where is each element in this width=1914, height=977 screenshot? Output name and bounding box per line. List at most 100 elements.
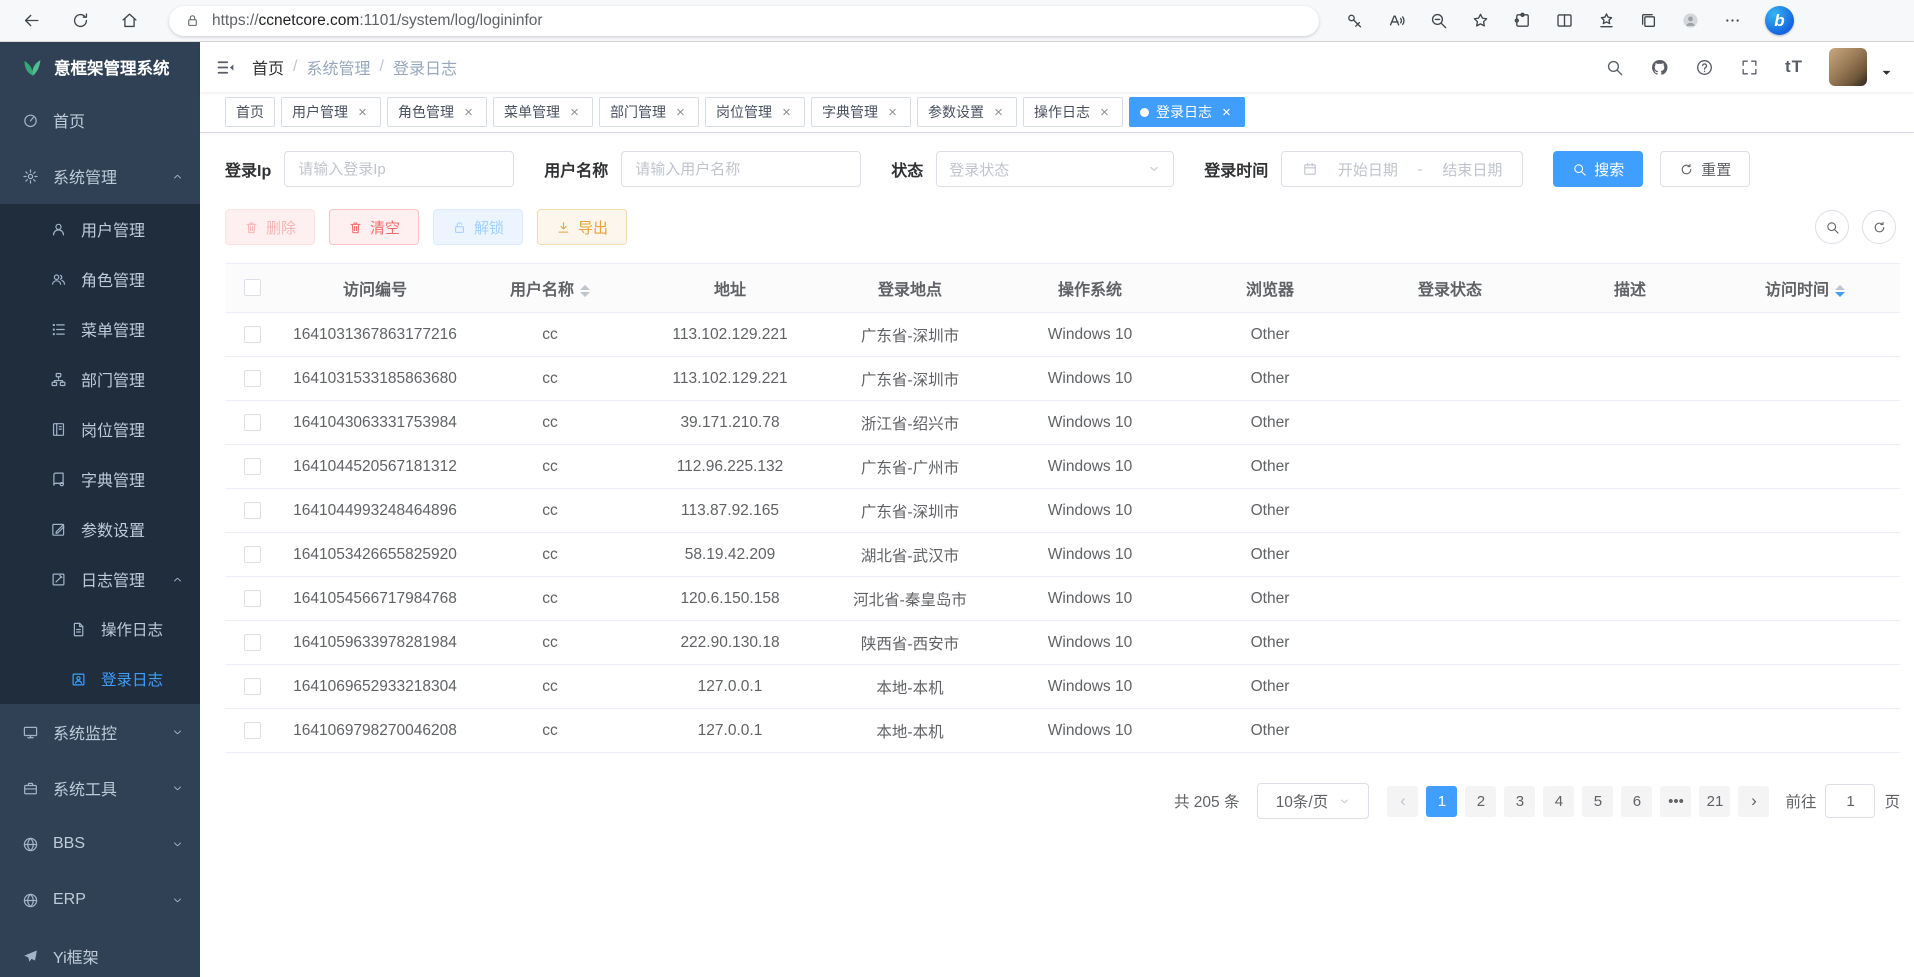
sidebar-item-dict[interactable]: 字典管理 (0, 454, 200, 504)
font-size-icon[interactable]: tT (1785, 57, 1803, 77)
sidebar-item-role[interactable]: 角色管理 (0, 254, 200, 304)
close-icon[interactable]: × (1097, 105, 1112, 120)
reset-button[interactable]: 重置 (1660, 151, 1750, 187)
close-icon[interactable]: × (991, 105, 1006, 120)
row-checkbox[interactable] (244, 634, 261, 651)
browser-refresh-icon[interactable] (71, 11, 90, 30)
sidebar-item-monitor[interactable]: 系统监控 (0, 704, 200, 760)
sort-carets[interactable] (580, 285, 590, 297)
row-checkbox[interactable] (244, 458, 261, 475)
tab-角色管理[interactable]: 角色管理× (387, 97, 487, 127)
browser-profile-avatar[interactable] (1681, 11, 1700, 30)
favorites-bar-icon[interactable] (1597, 11, 1616, 30)
row-checkbox[interactable] (244, 326, 261, 343)
page-button-6[interactable]: 6 (1621, 786, 1652, 817)
sidebar-item-dept[interactable]: 部门管理 (0, 354, 200, 404)
tab-字典管理[interactable]: 字典管理× (811, 97, 911, 127)
page-button-1[interactable]: 1 (1426, 786, 1457, 817)
sidebar-item-user[interactable]: 用户管理 (0, 204, 200, 254)
tab-操作日志[interactable]: 操作日志× (1023, 97, 1123, 127)
sidebar-item-operlog[interactable]: 操作日志 (0, 604, 200, 654)
fullscreen-icon[interactable] (1740, 58, 1759, 77)
column-header-用户名称[interactable]: 用户名称 (470, 264, 630, 313)
date-range-picker[interactable]: 开始日期 - 结束日期 (1281, 151, 1523, 187)
sidebar-item-tool[interactable]: 系统工具 (0, 760, 200, 816)
export-button[interactable]: 导出 (537, 209, 627, 245)
page-button-3[interactable]: 3 (1504, 786, 1535, 817)
tab-参数设置[interactable]: 参数设置× (917, 97, 1017, 127)
password-manager-icon[interactable] (1345, 11, 1364, 30)
user-avatar[interactable] (1829, 48, 1867, 86)
clear-button[interactable]: 清空 (329, 209, 419, 245)
row-checkbox[interactable] (244, 546, 261, 563)
tab-用户管理[interactable]: 用户管理× (281, 97, 381, 127)
url-bar[interactable]: https://ccnetcore.com:1101/system/log/lo… (169, 6, 1319, 36)
chevron-down-icon[interactable] (1877, 63, 1896, 86)
row-checkbox[interactable] (244, 370, 261, 387)
sidebar-item-yi[interactable]: Yi框架 (0, 928, 200, 977)
close-icon[interactable]: × (1219, 105, 1234, 120)
close-icon[interactable]: × (355, 105, 370, 120)
app-logo[interactable]: 意框架管理系统 (0, 42, 200, 92)
tab-登录日志[interactable]: 登录日志× (1129, 97, 1245, 127)
tab-首页[interactable]: 首页 (225, 97, 275, 127)
next-page-button[interactable]: › (1738, 786, 1769, 817)
close-icon[interactable]: × (461, 105, 476, 120)
sidebar-item-home[interactable]: 首页 (0, 92, 200, 148)
sort-carets[interactable] (1835, 285, 1845, 297)
sidebar-item-bbs[interactable]: BBS (0, 816, 200, 872)
user-name-input[interactable] (621, 151, 861, 187)
sidebar-item-log[interactable]: 日志管理 (0, 554, 200, 604)
extensions-icon[interactable] (1513, 11, 1532, 30)
row-checkbox[interactable] (244, 414, 261, 431)
select-all-checkbox[interactable] (244, 279, 261, 296)
github-icon[interactable] (1650, 58, 1669, 77)
search-button[interactable]: 搜索 (1553, 151, 1643, 187)
sidebar-item-system[interactable]: 系统管理 (0, 148, 200, 204)
close-icon[interactable]: × (779, 105, 794, 120)
delete-button[interactable]: 删除 (225, 209, 315, 245)
page-button-4[interactable]: 4 (1543, 786, 1574, 817)
collections-icon[interactable] (1639, 11, 1658, 30)
sidebar-item-loginlog[interactable]: 登录日志 (0, 654, 200, 704)
breadcrumb-system[interactable]: 系统管理 (306, 55, 370, 79)
sidebar-toggle-icon[interactable] (215, 57, 236, 78)
page-button-5[interactable]: 5 (1582, 786, 1613, 817)
page-button-2[interactable]: 2 (1465, 786, 1496, 817)
goto-page-input[interactable] (1825, 784, 1875, 818)
sidebar-item-menu[interactable]: 菜单管理 (0, 304, 200, 354)
bing-copilot-icon[interactable]: b (1765, 6, 1794, 35)
tab-岗位管理[interactable]: 岗位管理× (705, 97, 805, 127)
help-icon[interactable] (1695, 58, 1714, 77)
close-icon[interactable]: × (567, 105, 582, 120)
header-search-icon[interactable] (1605, 58, 1624, 77)
sidebar-item-param[interactable]: 参数设置 (0, 504, 200, 554)
browser-home-icon[interactable] (120, 11, 139, 30)
breadcrumb-home[interactable]: 首页 (252, 55, 284, 79)
unlock-button[interactable]: 解锁 (433, 209, 523, 245)
row-checkbox[interactable] (244, 502, 261, 519)
sidebar-item-post[interactable]: 岗位管理 (0, 404, 200, 454)
page-size-select[interactable]: 10条/页 (1257, 783, 1369, 819)
browser-back-icon[interactable] (22, 11, 41, 30)
page-button-21[interactable]: 21 (1699, 786, 1730, 817)
more-menu-icon[interactable] (1723, 11, 1742, 30)
row-checkbox[interactable] (244, 590, 261, 607)
row-checkbox[interactable] (244, 678, 261, 695)
column-header-访问时间[interactable]: 访问时间 (1710, 264, 1900, 313)
row-checkbox[interactable] (244, 722, 261, 739)
favorites-add-icon[interactable] (1471, 11, 1490, 30)
status-select[interactable]: 登录状态 (936, 151, 1174, 187)
sidebar-item-erp[interactable]: ERP (0, 872, 200, 928)
tab-部门管理[interactable]: 部门管理× (599, 97, 699, 127)
login-ip-input[interactable] (284, 151, 514, 187)
show-search-button[interactable] (1815, 210, 1849, 244)
split-screen-icon[interactable] (1555, 11, 1574, 30)
read-aloud-icon[interactable] (1387, 11, 1406, 30)
close-icon[interactable]: × (673, 105, 688, 120)
tab-菜单管理[interactable]: 菜单管理× (493, 97, 593, 127)
refresh-table-button[interactable] (1862, 210, 1896, 244)
zoom-out-icon[interactable] (1429, 11, 1448, 30)
page-ellipsis[interactable]: ••• (1660, 786, 1691, 817)
prev-page-button[interactable]: ‹ (1387, 786, 1418, 817)
